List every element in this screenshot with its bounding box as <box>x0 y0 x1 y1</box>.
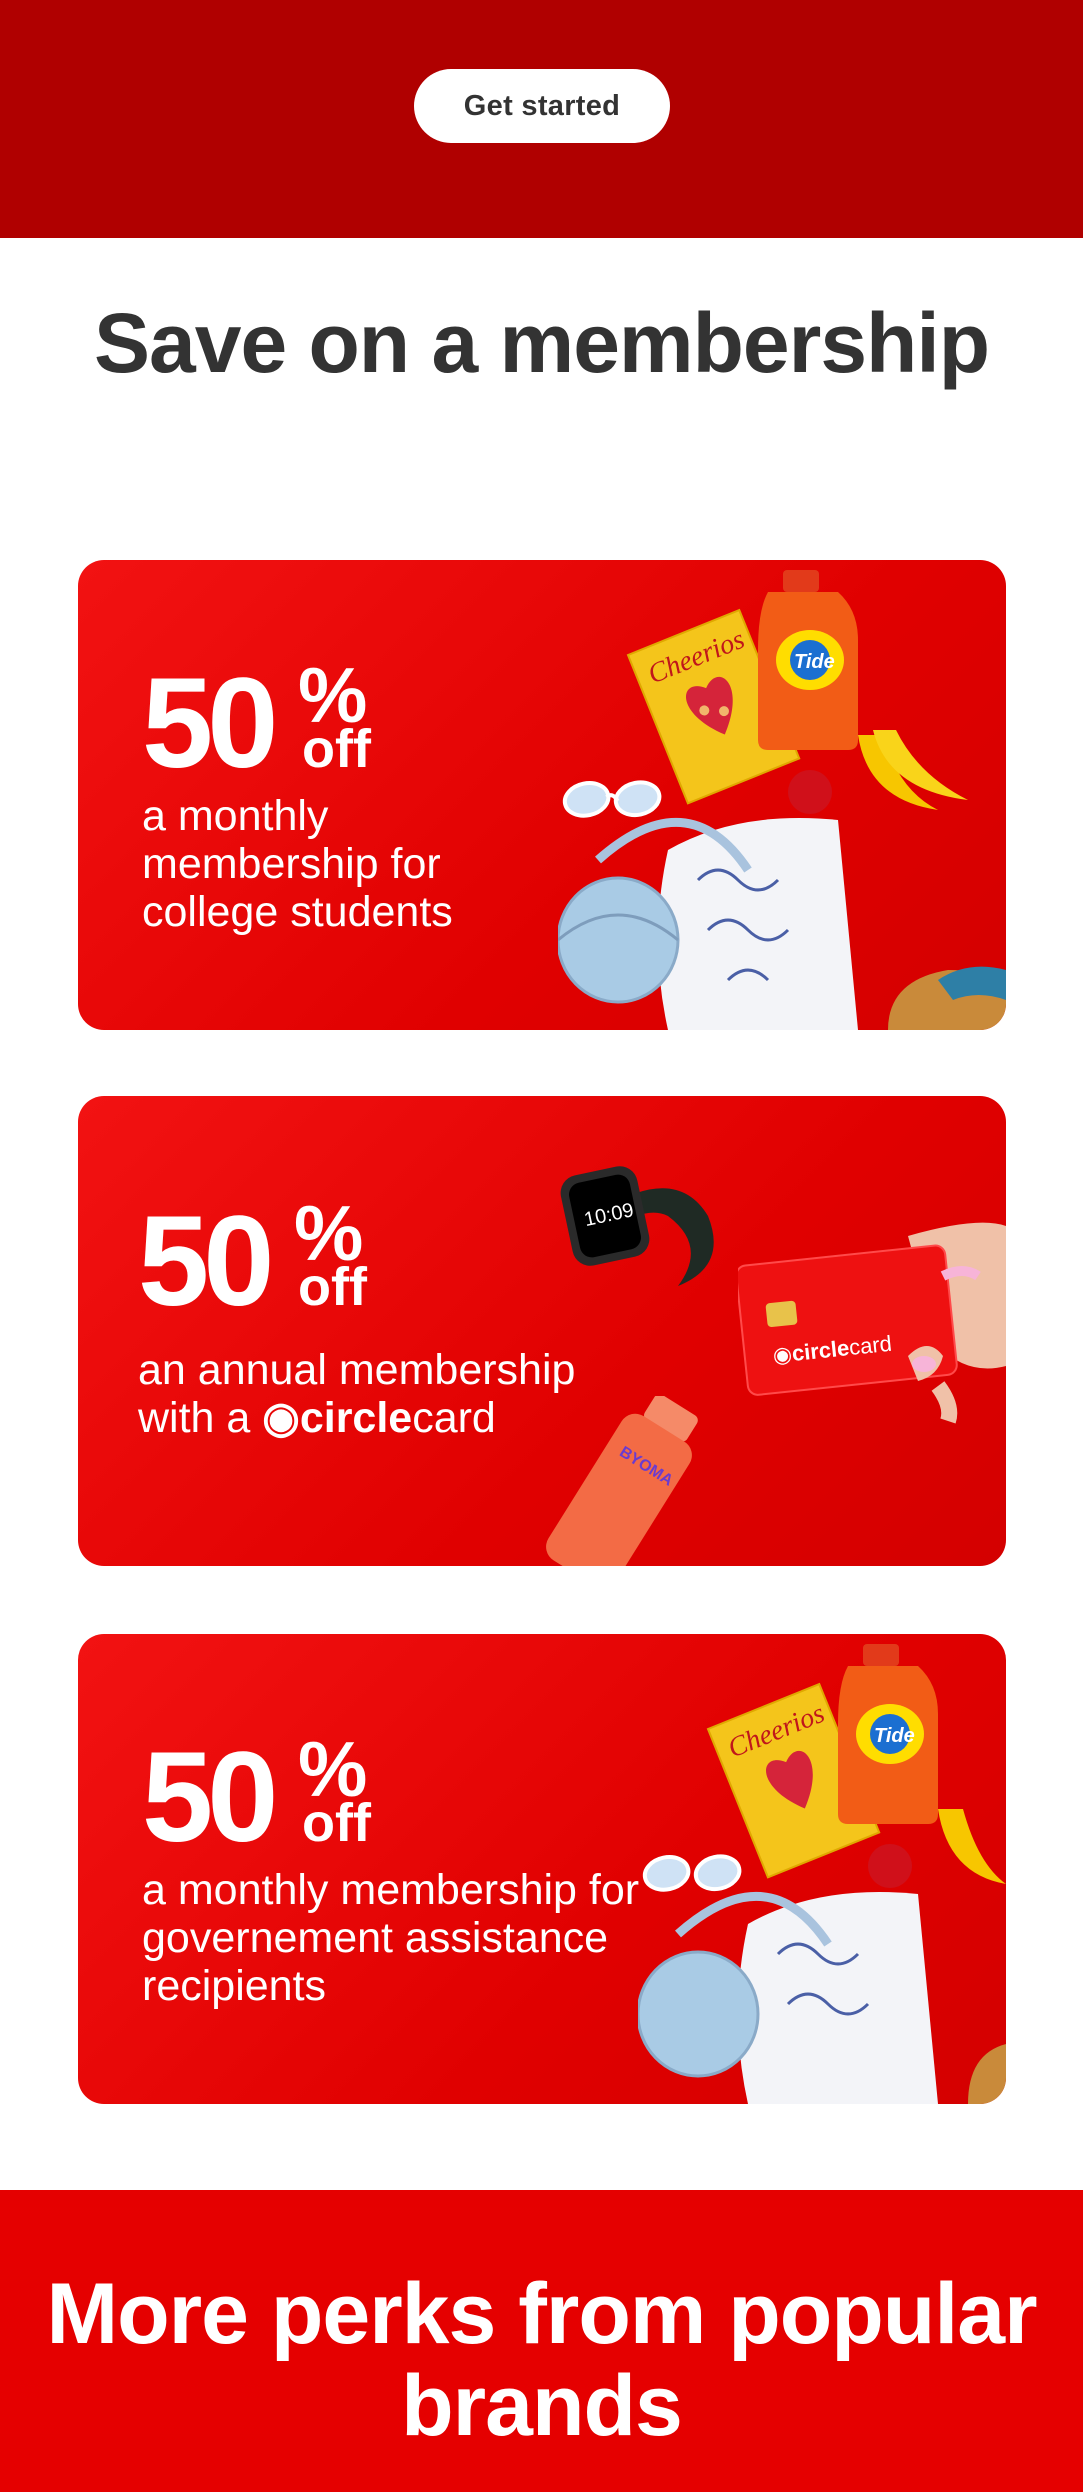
svg-text:Tide: Tide <box>874 1725 915 1747</box>
circle-logo-icon: ◉ <box>262 1394 300 1442</box>
offer-description: a monthly membership for college student… <box>142 792 453 936</box>
offer-card-college[interactable]: 50 % off a monthly membership for colleg… <box>78 560 1006 1030</box>
sun-hat-icon <box>888 966 1006 1030</box>
smartwatch-icon: 10:09 <box>560 1166 714 1286</box>
sunglasses-icon <box>642 1854 742 1892</box>
get-started-button[interactable]: Get started <box>414 69 670 143</box>
skincare-bottle-icon: BYOMA <box>546 1396 698 1566</box>
offer-description: a monthly membership for governement ass… <box>142 1866 640 2010</box>
offer-description: an annual membership with a ◉circlecard <box>138 1346 576 1442</box>
product-collage-image: Cheerios Tide <box>558 570 1006 1030</box>
product-collage-image: Cheerios Tide <box>638 1644 1006 2104</box>
top-banner: Get started <box>0 0 1083 238</box>
more-perks-heading: More perks from popular brands <box>46 2266 1037 2454</box>
offer-card-government-assistance[interactable]: 50 % off a monthly membership for govern… <box>78 1634 1006 2104</box>
apple-icon <box>788 770 832 814</box>
sun-hat-icon <box>968 2044 1006 2104</box>
pillow-icon <box>738 1892 938 2104</box>
offer-card-circle-card[interactable]: 50 % off an annual membership with a ◉ci… <box>78 1096 1006 1566</box>
banana-icon <box>858 730 968 810</box>
offer-percent: 50 % off <box>142 1725 371 1869</box>
sunglasses-icon <box>562 780 662 818</box>
section-heading: Save on a membership <box>93 296 990 390</box>
pillow-icon <box>658 818 858 1030</box>
detergent-bottle-icon: Tide <box>838 1644 938 1824</box>
detergent-bottle-icon: Tide <box>758 570 858 750</box>
circle-card-in-hand-image: ◉circlecard <box>738 1222 1006 1424</box>
offer-percent: 50 % off <box>142 651 371 795</box>
offer-percent: 50 % off <box>138 1189 367 1333</box>
apple-icon <box>868 1844 912 1888</box>
detergent-label: Tide <box>794 651 835 673</box>
banana-icon <box>938 1809 1006 1884</box>
